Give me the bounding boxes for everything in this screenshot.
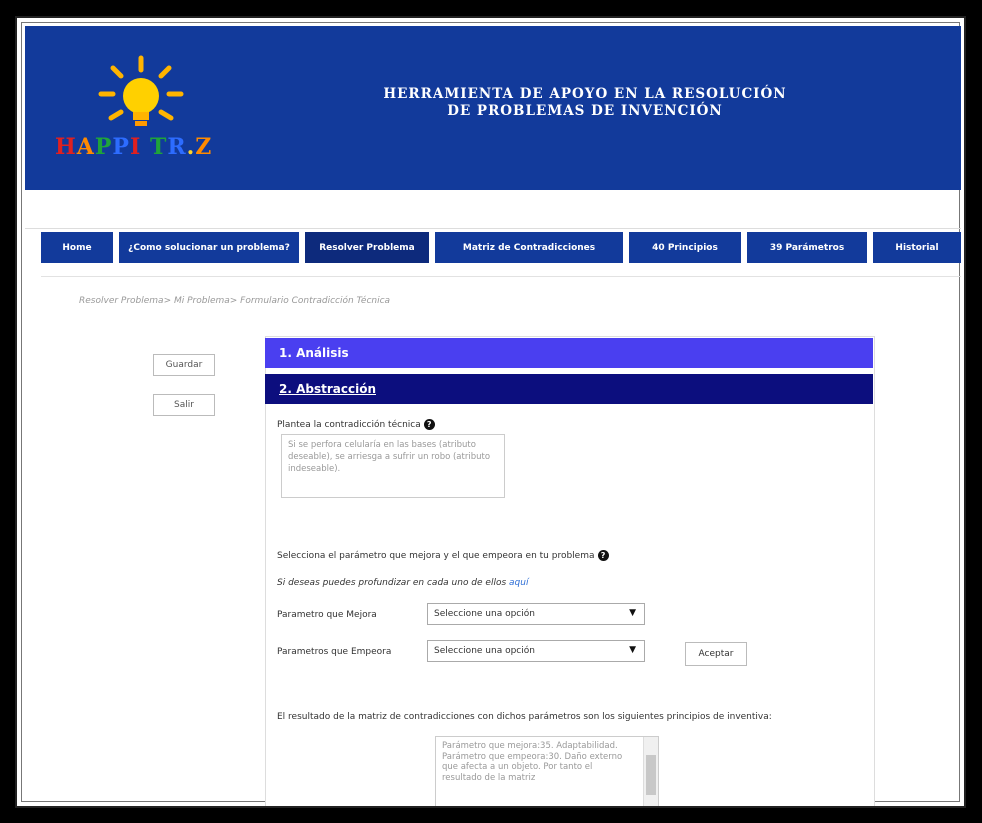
- select-params-label: Selecciona el parámetro que mejora y el …: [277, 550, 609, 561]
- worsen-param-label: Parametros que Empeora: [277, 647, 392, 657]
- accordion-analysis[interactable]: 1. Análisis: [265, 338, 873, 368]
- deepen-link[interactable]: aquí: [509, 578, 528, 588]
- nav-home[interactable]: Home: [41, 232, 113, 263]
- accordion-abstraction[interactable]: 2. Abstracción: [265, 374, 873, 404]
- deepen-text: Si deseas puedes profundizar en cada uno…: [277, 578, 529, 588]
- sub-header: [25, 190, 961, 229]
- improve-param-select[interactable]: Seleccione una opción ▼: [427, 603, 645, 625]
- breadcrumb: Resolver Problema> Mi Problema> Formular…: [79, 296, 391, 306]
- help-icon[interactable]: ?: [423, 419, 435, 430]
- help-icon[interactable]: ?: [597, 550, 609, 561]
- improve-param-label: Parametro que Mejora: [277, 610, 377, 620]
- nav-how-to-solve[interactable]: ¿Como solucionar un problema?: [119, 232, 299, 263]
- app-title: HERRAMIENTA DE APOYO EN LA RESOLUCIÓN DE…: [383, 86, 787, 119]
- nav-resolve-problem[interactable]: Resolver Problema: [305, 232, 429, 263]
- contradiction-textarea[interactable]: Si se perfora celularía en las bases (at…: [281, 434, 505, 498]
- nav-contradiction-matrix[interactable]: Matriz de Contradicciones: [435, 232, 623, 263]
- scrollbar[interactable]: [643, 737, 658, 806]
- lightbulb-logo-icon: [98, 55, 184, 126]
- result-textarea[interactable]: Parámetro que mejora:35. Adaptabilidad. …: [435, 736, 659, 806]
- worsen-param-select[interactable]: Seleccione una opción ▼: [427, 640, 645, 662]
- contradiction-label: Plantea la contradicción técnica?: [277, 419, 435, 430]
- accept-button[interactable]: Aceptar: [685, 642, 747, 666]
- result-label: El resultado de la matriz de contradicci…: [277, 712, 772, 722]
- dropdown-arrow-icon: ▼: [629, 608, 636, 618]
- nav-40-principles[interactable]: 40 Principios: [629, 232, 741, 263]
- nav-history[interactable]: Historial: [873, 232, 961, 263]
- save-button[interactable]: Guardar: [153, 354, 215, 376]
- screenshot-frame: HAPPI TR.Z HERRAMIENTA DE APOYO EN LA RE…: [15, 16, 966, 808]
- app-header: HAPPI TR.Z HERRAMIENTA DE APOYO EN LA RE…: [25, 26, 961, 190]
- nav-39-parameters[interactable]: 39 Parámetros: [747, 232, 867, 263]
- main-nav: Home ¿Como solucionar un problema? Resol…: [41, 232, 961, 263]
- exit-button[interactable]: Salir: [153, 394, 215, 416]
- dropdown-arrow-icon: ▼: [629, 645, 636, 655]
- logo-wordmark: HAPPI TR.Z: [55, 134, 213, 160]
